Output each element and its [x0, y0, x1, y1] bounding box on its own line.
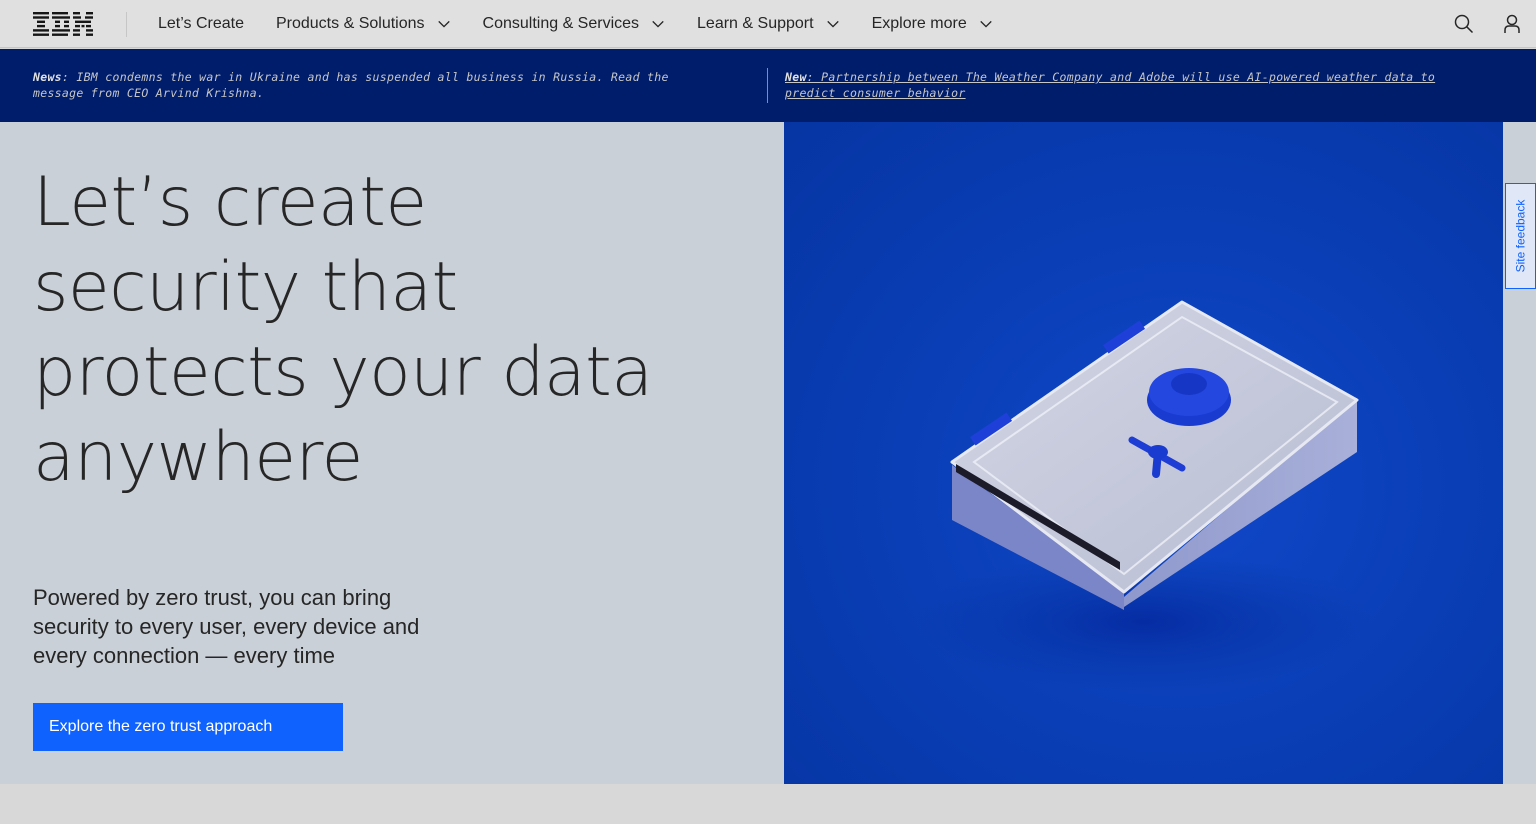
nav-item-products-solutions[interactable]: Products & Solutions [276, 0, 451, 48]
hero-section: Let’s create security that protects your… [0, 122, 1536, 784]
nav-item-learn-support[interactable]: Learn & Support [697, 0, 840, 48]
hero-safe-image [784, 122, 1503, 784]
news-prefix: News [33, 70, 62, 84]
nav-item-label: Learn & Support [697, 15, 814, 32]
partnership-news[interactable]: New: Partnership between The Weather Com… [785, 69, 1485, 101]
news-divider [767, 68, 768, 103]
nav-divider [126, 12, 127, 37]
new-prefix: New [785, 70, 807, 84]
ibm-logo[interactable] [33, 12, 93, 36]
chevron-down-icon [437, 20, 450, 28]
page-bottom-strip [0, 784, 1536, 824]
nav-item-label: Let’s Create [158, 15, 244, 32]
news-message[interactable]: News: IBM condemns the war in Ukraine an… [33, 69, 723, 101]
site-feedback-tab[interactable]: Site feedback [1505, 183, 1536, 289]
site-feedback-label: Site feedback [1513, 199, 1528, 273]
news-text: : IBM condemns the war in Ukraine and ha… [33, 70, 669, 100]
explore-zero-trust-button[interactable]: Explore the zero trust approach [33, 703, 343, 751]
main-menu: Let’s Create Products & Solutions Consul… [158, 0, 1025, 48]
search-icon [1454, 14, 1474, 34]
chevron-down-icon [980, 20, 992, 28]
nav-item-explore-more[interactable]: Explore more [872, 0, 993, 48]
user-profile-button[interactable] [1488, 0, 1536, 48]
safe-illustration [914, 300, 1374, 692]
search-button[interactable] [1440, 0, 1488, 48]
nav-item-label: Explore more [871, 15, 967, 32]
nav-item-label: Products & Solutions [275, 15, 425, 32]
nav-utility-icons [1440, 0, 1536, 48]
hero-title: Let’s create security that protects your… [33, 163, 653, 497]
top-nav: Let’s Create Products & Solutions Consul… [0, 0, 1536, 48]
user-icon [1504, 14, 1520, 33]
chevron-down-icon [652, 20, 664, 28]
partnership-link[interactable]: New: Partnership between The Weather Com… [785, 70, 1435, 100]
nav-item-consulting-services[interactable]: Consulting & Services [483, 0, 666, 48]
chevron-down-icon [826, 20, 839, 28]
news-bar: News: IBM condemns the war in Ukraine an… [0, 49, 1536, 122]
nav-item-label: Consulting & Services [482, 15, 640, 32]
nav-item-lets-create[interactable]: Let’s Create [158, 0, 244, 48]
hero-subtitle: Powered by zero trust, you can bring sec… [33, 585, 420, 668]
partnership-text: : Partnership between The Weather Compan… [785, 70, 1436, 100]
